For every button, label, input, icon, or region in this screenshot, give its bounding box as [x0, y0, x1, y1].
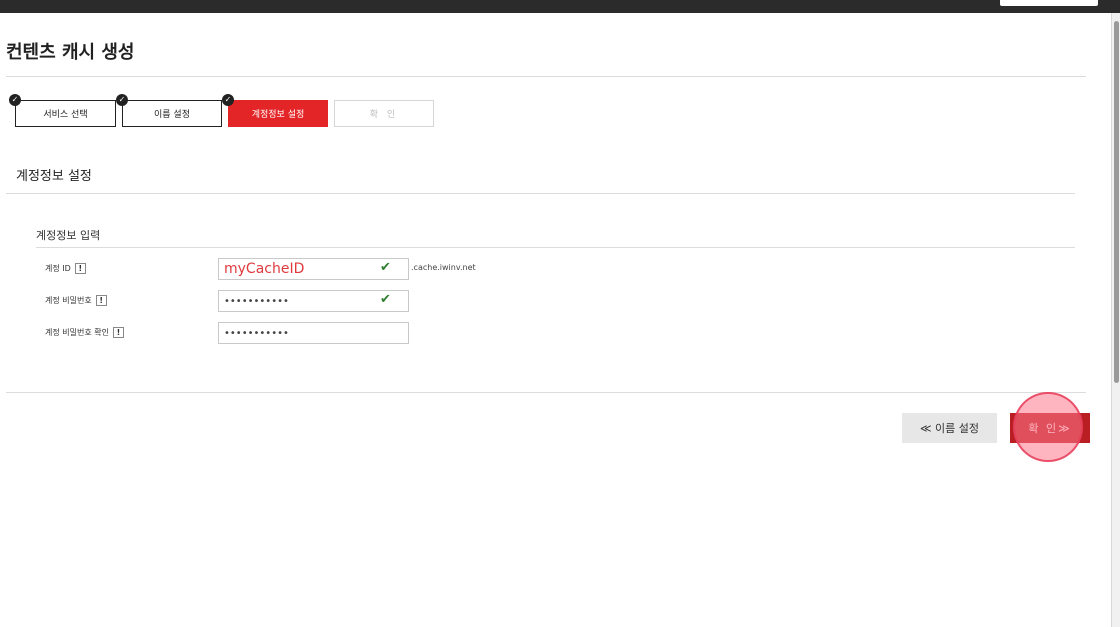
info-icon[interactable]: ! — [95, 295, 107, 306]
step-confirm: 확 인 — [334, 100, 434, 127]
title-divider — [6, 76, 1086, 77]
section-divider — [6, 193, 1075, 194]
step-account-setting: ✓ 계정정보 설정 — [222, 94, 328, 127]
step-label: 서비스 선택 — [43, 110, 88, 120]
step-service-select: ✓ 서비스 선택 — [9, 94, 116, 127]
vertical-scrollbar[interactable] — [1111, 13, 1120, 627]
password-label-text: 계정 비밀번호 — [45, 296, 92, 305]
section-title: 계정정보 설정 — [16, 169, 92, 184]
password-confirm-label-text: 계정 비밀번호 확인 — [45, 328, 109, 337]
valid-check-icon: ✔ — [380, 260, 391, 275]
scrollbar-thumb[interactable] — [1114, 21, 1119, 383]
top-navigation-bar — [0, 0, 1120, 13]
step-label: 확 인 — [369, 110, 399, 120]
step-name-setting: ✓ 이름 설정 — [116, 94, 222, 127]
page-title: 컨텐츠 캐시 생성 — [6, 42, 135, 63]
password-confirm-label: 계정 비밀번호 확인 ! — [45, 327, 124, 338]
confirm-button[interactable]: 확 인≫ — [1010, 413, 1090, 443]
account-id-label-text: 계정 ID — [45, 264, 71, 273]
account-id-label: 계정 ID ! — [45, 263, 86, 274]
prev-step-button[interactable]: ≪ 이름 설정 — [902, 413, 997, 443]
valid-check-icon: ✔ — [380, 292, 391, 307]
step-label: 이름 설정 — [154, 110, 190, 120]
subsection-divider — [36, 247, 1075, 248]
password-label: 계정 비밀번호 ! — [45, 295, 107, 306]
top-bar-button[interactable] — [1000, 0, 1098, 6]
info-icon[interactable]: ! — [74, 263, 86, 274]
check-icon: ✓ — [116, 94, 128, 106]
info-icon[interactable]: ! — [112, 327, 124, 338]
account-id-domain-suffix: .cache.iwinv.net — [411, 263, 476, 272]
check-icon: ✓ — [9, 94, 21, 106]
password-confirm-input[interactable] — [218, 322, 409, 344]
subsection-title: 계정정보 입력 — [36, 229, 101, 242]
check-icon: ✓ — [222, 94, 234, 106]
footer-divider — [6, 392, 1086, 393]
step-label: 계정정보 설정 — [251, 110, 305, 120]
